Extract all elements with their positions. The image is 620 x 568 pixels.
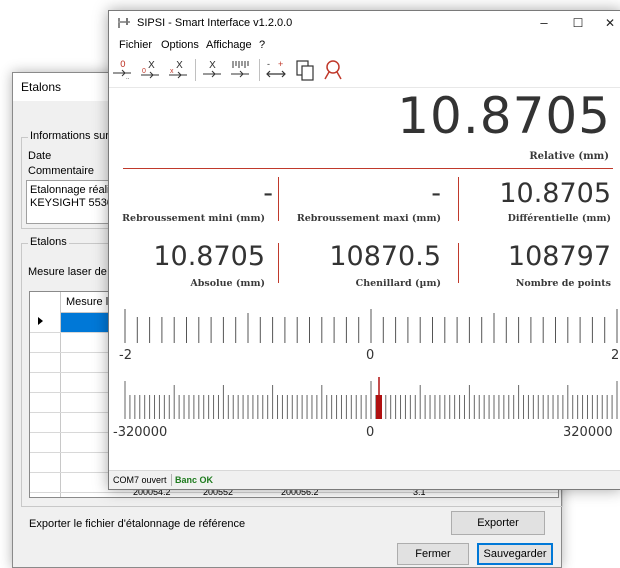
svg-text:0: 0 (142, 68, 146, 75)
sipsi-window: SIPSI - Smart Interface v1.2.0.0 – ☐ ✕ F… (108, 10, 620, 490)
menu-fichier[interactable]: Fichier (119, 39, 152, 51)
status-bench: Banc OK (175, 475, 214, 485)
svg-text:..: .. (126, 75, 130, 81)
statusbar: COM7 ouvert Banc OK (109, 470, 620, 489)
measure-x-icon[interactable]: X (201, 57, 225, 83)
position-indicator (376, 395, 382, 419)
scale2-mid-label: 0 (366, 425, 375, 440)
toolbar: 0 .. X 0 X x X - + (109, 55, 620, 88)
min-reversal-icon[interactable]: X 0 (139, 57, 163, 83)
close-window-button[interactable]: ✕ (587, 11, 620, 35)
scale1-min-label: -2 (119, 348, 132, 363)
scale1-mid-label: 0 (366, 348, 375, 363)
absolute-label: Absolue (mm) (190, 278, 265, 289)
reb-max-label: Rebroussement maxi (mm) (296, 213, 441, 224)
points-label: Nombre de points (515, 278, 611, 289)
sipsi-titlebar[interactable]: SIPSI - Smart Interface v1.2.0.0 – ☐ ✕ (109, 11, 620, 35)
readout-divider (123, 168, 613, 169)
differential-value: 10.8705 (499, 178, 611, 209)
reb-min-label: Rebroussement mini (mm) (122, 213, 265, 224)
export-label: Exporter le fichier d'étalonnage de réfé… (29, 518, 246, 530)
svg-text:+: + (278, 59, 283, 69)
status-port: COM7 ouvert (113, 475, 167, 485)
export-button[interactable]: Exporter (451, 511, 545, 535)
status-separator (171, 474, 172, 486)
svg-text:X: X (148, 60, 155, 71)
comment-label: Commentaire (28, 165, 95, 177)
scale1-max-label: 2 (611, 348, 620, 363)
reb-max-value: - (431, 178, 441, 209)
current-row-arrow-icon (38, 317, 43, 325)
etalons-title: Etalons (21, 80, 62, 94)
scale2-min-label: -320000 (113, 425, 168, 440)
points-value: 108797 (507, 241, 611, 272)
menu-options[interactable]: Options (161, 39, 199, 51)
svg-text:x: x (170, 68, 174, 75)
relative-label: Relative (mm) (529, 151, 609, 162)
mesure-laser-label: Mesure laser de r (28, 266, 114, 278)
toolbar-separator (195, 59, 196, 81)
toolbar-separator (259, 59, 260, 81)
save-button[interactable]: Sauvegarder (477, 543, 553, 565)
menu-help[interactable]: ? (259, 39, 265, 51)
coarse-scale (124, 309, 618, 343)
chenillard-value: 10870.5 (329, 241, 441, 272)
etalons-legend: Etalons (28, 236, 69, 248)
chenillard-label: Chenillard (µm) (355, 278, 441, 289)
sipsi-title: SIPSI - Smart Interface v1.2.0.0 (137, 17, 293, 29)
scale-ticks-icon[interactable] (229, 57, 253, 83)
differential-label: Différentielle (mm) (507, 213, 611, 224)
max-reversal-icon[interactable]: X x (167, 57, 191, 83)
reb-min-value: - (263, 178, 273, 209)
range-arrows-icon[interactable]: - + (264, 57, 288, 83)
menubar: Fichier Options Affichage ? (109, 35, 620, 55)
svg-text:0: 0 (120, 60, 126, 70)
zero-reset-icon[interactable]: 0 .. (111, 57, 135, 83)
divider-vertical (278, 243, 279, 283)
svg-text:X: X (176, 60, 183, 71)
copy-icon[interactable] (293, 57, 317, 83)
relative-value: 10.8705 (397, 87, 611, 145)
divider-vertical (458, 243, 459, 283)
fine-scale (124, 377, 618, 419)
scale2-max-label: 320000 (563, 425, 613, 440)
caliper-app-icon (118, 18, 130, 28)
date-label: Date (28, 150, 52, 162)
svg-text:X: X (209, 60, 216, 71)
close-button[interactable]: Fermer (397, 543, 469, 565)
search-icon[interactable] (321, 57, 345, 83)
svg-text:-: - (267, 59, 270, 69)
menu-affichage[interactable]: Affichage (206, 39, 252, 51)
comment-line-2: KEYSIGHT 5530. (30, 197, 117, 209)
absolute-value: 10.8705 (153, 241, 265, 272)
